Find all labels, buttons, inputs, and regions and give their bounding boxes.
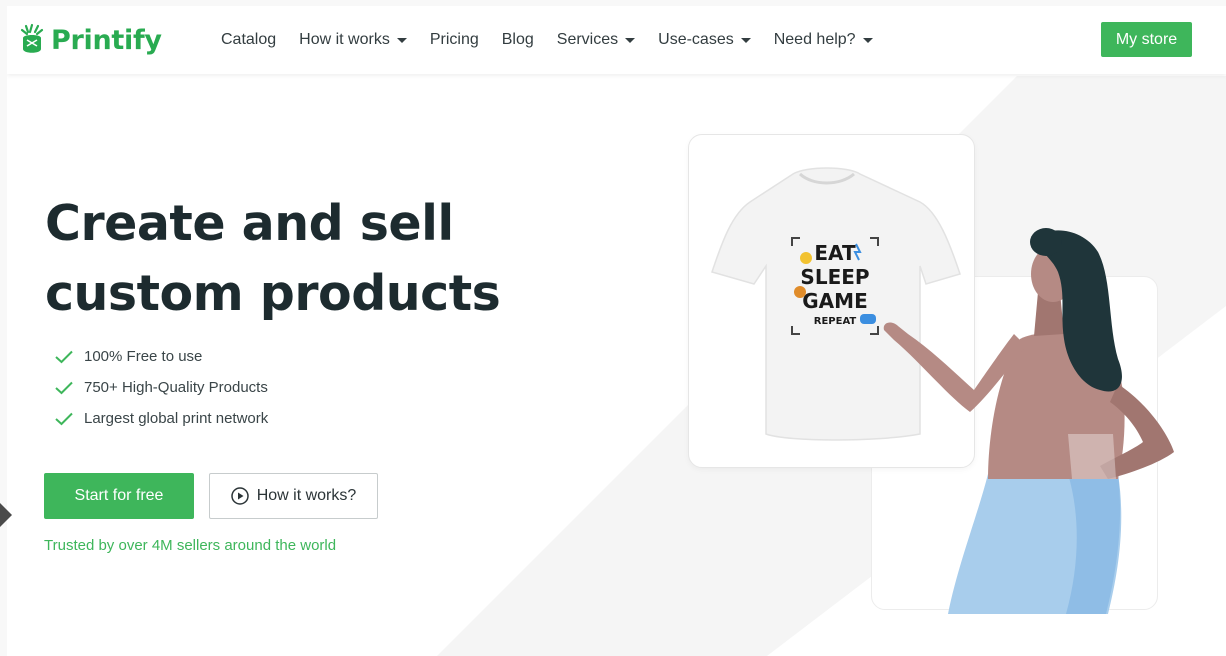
print-line-sleep: SLEEP [800,265,869,289]
print-line-game: GAME [802,289,867,313]
trust-text: Trusted by over 4M sellers around the wo… [44,537,337,554]
cursor-arrow-icon [0,503,12,527]
hero-illustration: EAT SLEEP GAME REPEAT [711,167,1174,614]
hero-title: Create and sell custom products [45,189,605,329]
start-for-free-button[interactable]: Start for free [44,473,194,519]
my-store-button[interactable]: My store [1101,22,1192,57]
nav-pricing[interactable]: Pricing [430,31,479,49]
print-line-eat: EAT [814,241,856,265]
chevron-down-icon [396,37,407,43]
printify-logo[interactable]: Printify [19,22,162,58]
check-icon [55,350,73,363]
nav-label: Pricing [429,31,479,48]
nav-how-it-works[interactable]: How it works [299,31,407,49]
how-it-works-button[interactable]: How it works? [209,473,378,519]
check-icon [55,381,73,394]
nav-services[interactable]: Services [556,31,636,49]
nav-blog[interactable]: Blog [502,31,534,49]
hero-title-line-1: Create and sell [45,195,454,252]
page: Printify Catalog How it works Pricing Bl… [7,6,1226,656]
printify-logo-icon [20,23,44,53]
nav-catalog[interactable]: Catalog [221,31,276,49]
nav-use-cases[interactable]: Use-cases [658,31,751,49]
check-icon [55,412,73,425]
play-circle-icon [230,487,249,505]
nav-label: Services [556,31,619,48]
brand-name: Printify [51,24,162,56]
feature-item: 100% Free to use [55,341,268,372]
chevron-down-icon [862,37,873,43]
nav-need-help[interactable]: Need help? [774,31,873,49]
nav-label: Catalog [221,31,277,48]
nav-label: Blog [501,31,534,48]
feature-item: Largest global print network [55,403,268,434]
hero-title-line-2: custom products [45,265,501,322]
feature-item: 750+ High-Quality Products [55,372,268,403]
nav-label: How it works [299,31,390,48]
chevron-down-icon [625,37,636,43]
feature-text: 100% Free to use [84,348,203,365]
nav-label: Use-cases [658,31,734,48]
feature-text: 750+ High-Quality Products [84,379,268,396]
site-header: Printify Catalog How it works Pricing Bl… [7,6,1226,74]
feature-text: Largest global print network [84,410,269,427]
how-it-works-label: How it works? [256,487,357,504]
main-nav: Catalog How it works Pricing Blog Servic… [221,6,896,74]
woman-illustration [883,228,1174,614]
chevron-down-icon [740,37,751,43]
print-line-repeat: REPEAT [814,316,857,327]
nav-label: Need help? [773,31,856,48]
feature-list: 100% Free to use 750+ High-Quality Produ… [55,341,268,434]
tshirt-image: EAT SLEEP GAME REPEAT [711,167,961,441]
